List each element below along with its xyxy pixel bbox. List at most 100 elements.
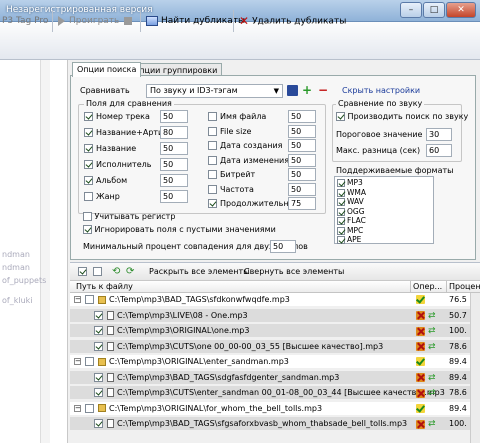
max-diff-input[interactable]: 60: [426, 144, 452, 157]
field-option[interactable]: Альбом: [84, 176, 127, 185]
format-item[interactable]: MPC: [337, 226, 363, 235]
format-item[interactable]: WAV: [337, 197, 364, 206]
move-arrows-icon[interactable]: ⇄: [428, 342, 436, 352]
field-option[interactable]: Жанр: [84, 192, 120, 201]
field-checkbox[interactable]: [208, 141, 217, 150]
field-checkbox[interactable]: [84, 176, 93, 185]
collapse-icon[interactable]: ⟳: [126, 266, 134, 277]
format-item[interactable]: FLAC: [337, 216, 366, 225]
field-option[interactable]: Частота: [208, 184, 254, 194]
field-option[interactable]: File size: [208, 126, 251, 136]
format-checkbox[interactable]: [337, 217, 345, 225]
delete-mark-icon[interactable]: [416, 388, 425, 398]
field-option[interactable]: Исполнитель: [84, 160, 151, 169]
minimize-button[interactable]: –: [400, 2, 422, 18]
select-all-checkbox[interactable]: [78, 267, 87, 276]
column-percent-header[interactable]: Процен: [449, 282, 480, 291]
field-checkbox[interactable]: [208, 155, 217, 165]
find-duplicates-button[interactable]: Найти дубликаты: [146, 14, 245, 28]
format-item[interactable]: APE: [337, 235, 361, 244]
keep-icon[interactable]: [416, 403, 425, 413]
delete-duplicates-button[interactable]: ✕ Удалить дубликаты: [239, 14, 346, 28]
column-op-header[interactable]: Опер...: [413, 282, 442, 291]
field-checkbox[interactable]: [208, 184, 217, 194]
keep-icon[interactable]: [416, 295, 425, 304]
collapse-all-button[interactable]: Свернуть все элементы: [244, 267, 344, 276]
delete-mark-icon[interactable]: [416, 311, 425, 320]
delete-mark-icon[interactable]: [416, 342, 425, 351]
remove-icon[interactable]: −: [318, 83, 328, 97]
field-checkbox[interactable]: [208, 112, 217, 121]
field-option[interactable]: Дата изменения: [208, 155, 289, 165]
format-item[interactable]: OGG: [337, 207, 365, 216]
save-icon[interactable]: [287, 85, 298, 96]
format-checkbox[interactable]: [337, 179, 345, 187]
field-weight-input[interactable]: 50: [160, 190, 188, 203]
delete-mark-icon[interactable]: [416, 419, 425, 429]
format-checkbox[interactable]: [337, 236, 345, 244]
left-scrollbar[interactable]: [40, 60, 50, 443]
app-tab-label[interactable]: P3 Tag Pro: [2, 14, 48, 28]
field-option[interactable]: Номер трека: [84, 112, 150, 121]
move-arrows-icon[interactable]: ⇄: [428, 388, 436, 398]
row-checkbox[interactable]: [94, 341, 103, 351]
field-checkbox[interactable]: [84, 144, 93, 153]
row-checkbox[interactable]: [85, 403, 94, 413]
search-sound-option[interactable]: Производить поиск по звуку: [336, 112, 468, 121]
field-checkbox[interactable]: [208, 126, 217, 136]
format-checkbox[interactable]: [337, 198, 345, 206]
tab-search-options[interactable]: Опции поиска: [72, 62, 142, 77]
move-arrows-icon[interactable]: ⇄: [428, 419, 436, 429]
case-sensitive-checkbox[interactable]: [83, 212, 92, 221]
field-checkbox[interactable]: [84, 160, 93, 169]
compare-select[interactable]: По звуку и ID3-тэгам ▼: [146, 84, 283, 98]
field-checkbox[interactable]: [84, 192, 93, 201]
row-checkbox[interactable]: [94, 388, 103, 397]
format-item[interactable]: MP3: [337, 178, 363, 187]
move-arrows-icon[interactable]: ⇄: [428, 373, 436, 383]
field-checkbox[interactable]: [208, 199, 217, 208]
field-weight-input[interactable]: 50: [160, 110, 188, 123]
close-button[interactable]: ✕: [446, 2, 476, 18]
column-path-header[interactable]: Путь к файлу: [76, 282, 133, 291]
play-button[interactable]: Проиграть: [58, 14, 119, 28]
min-percent-input[interactable]: 50: [270, 240, 296, 253]
threshold-input[interactable]: 30: [426, 128, 452, 141]
format-checkbox[interactable]: [337, 207, 345, 216]
field-weight-input[interactable]: 50: [288, 182, 316, 196]
field-option[interactable]: Имя файла: [208, 112, 266, 121]
move-arrows-icon[interactable]: ⇄: [428, 326, 436, 336]
move-arrows-icon[interactable]: ⇄: [428, 311, 436, 321]
deselect-all-checkbox[interactable]: [93, 267, 102, 276]
row-checkbox[interactable]: [94, 419, 103, 428]
expand-toggle[interactable]: −: [74, 296, 81, 303]
maximize-button[interactable]: □: [423, 2, 445, 18]
format-checkbox[interactable]: [337, 188, 345, 197]
field-weight-input[interactable]: 50: [288, 153, 316, 167]
field-option[interactable]: Битрейт: [208, 170, 255, 179]
field-weight-input[interactable]: 50: [160, 142, 188, 155]
expand-all-button[interactable]: Раскрыть все элементы: [149, 267, 249, 276]
field-option[interactable]: Дата создания: [208, 141, 282, 150]
field-option[interactable]: Название: [84, 144, 136, 153]
field-checkbox[interactable]: [84, 128, 93, 137]
case-sensitive-option[interactable]: Учитывать регистр: [83, 212, 175, 221]
field-checkbox[interactable]: [84, 112, 93, 121]
row-checkbox[interactable]: [85, 295, 94, 304]
field-weight-input[interactable]: 50: [288, 168, 316, 181]
row-checkbox[interactable]: [94, 372, 103, 382]
field-weight-input[interactable]: 50: [288, 110, 316, 123]
field-weight-input[interactable]: 80: [160, 126, 188, 139]
field-weight-input[interactable]: 50: [160, 174, 188, 187]
field-weight-input[interactable]: 50: [288, 124, 316, 138]
hide-settings-link[interactable]: Скрыть настройки: [342, 86, 420, 95]
expand-icon[interactable]: ⟲: [112, 266, 120, 277]
field-weight-input[interactable]: 75: [288, 197, 316, 210]
expand-toggle[interactable]: −: [74, 404, 81, 412]
keep-icon[interactable]: [416, 357, 425, 366]
row-checkbox[interactable]: [94, 326, 103, 335]
ignore-empty-checkbox[interactable]: [83, 225, 92, 234]
expand-toggle[interactable]: −: [74, 358, 81, 365]
row-checkbox[interactable]: [85, 357, 94, 366]
format-checkbox[interactable]: [337, 226, 345, 235]
